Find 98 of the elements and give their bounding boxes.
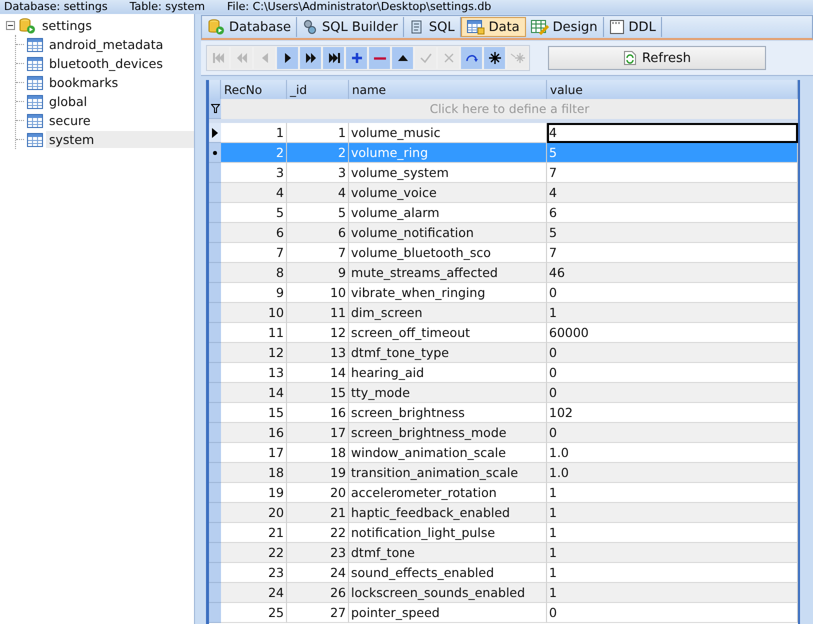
table-label: Table: system — [130, 0, 205, 14]
table-cell: 1 — [547, 303, 798, 323]
grid-icon — [466, 19, 485, 35]
nav-button[interactable] — [277, 47, 298, 69]
table-cell: 22 — [221, 543, 287, 563]
table-cell: 46 — [547, 263, 798, 283]
database-icon — [18, 18, 36, 34]
table-cell: 25 — [221, 603, 287, 623]
minus-icon — [374, 56, 386, 60]
table-cell: tty_mode — [349, 383, 547, 403]
table-cell: 0 — [547, 343, 798, 363]
table-cell: 5 — [547, 143, 798, 163]
table-cell: lockscreen_sounds_enabled — [349, 583, 547, 603]
asterisk-arrow-icon — [510, 50, 526, 66]
table-cell: 15 — [287, 383, 349, 403]
table-cell: 24 — [221, 583, 287, 603]
tab[interactable]: Design — [526, 17, 604, 37]
tree-item[interactable]: system — [46, 131, 194, 148]
table-cell: 6 — [221, 223, 287, 243]
table-cell: 26 — [287, 583, 349, 603]
table-cell: 8 — [221, 263, 287, 283]
table-cell: dim_screen — [349, 303, 547, 323]
nav-button[interactable] — [323, 47, 344, 69]
tree-item[interactable]: global — [46, 93, 90, 110]
database-icon — [207, 19, 225, 35]
row-indicator[interactable] — [209, 143, 221, 163]
table-cell: 0 — [547, 383, 798, 403]
tree-item[interactable]: android_metadata — [46, 36, 166, 53]
table-cell: haptic_feedback_enabled — [349, 503, 547, 523]
table-cell: 9 — [287, 263, 349, 283]
table-cell: dtmf_tone_type — [349, 343, 547, 363]
table-cell: 1.0 — [547, 463, 798, 483]
table-cell: 11 — [287, 303, 349, 323]
table-cell: 2 — [221, 143, 287, 163]
table-cell: 14 — [221, 383, 287, 403]
tab[interactable]: Data — [460, 17, 526, 37]
table-cell: 19 — [287, 463, 349, 483]
asterisk-icon — [486, 50, 502, 66]
database-label: Database: settings — [4, 0, 108, 14]
table-icon — [27, 56, 43, 70]
table-cell: 1 — [547, 543, 798, 563]
table-cell: 12 — [221, 343, 287, 363]
table-cell: 23 — [287, 543, 349, 563]
tree-item[interactable]: bluetooth_devices — [46, 55, 166, 72]
table-cell: 21 — [287, 503, 349, 523]
table-icon — [27, 76, 43, 90]
table-icon — [27, 94, 43, 108]
tab[interactable]: SQL — [404, 17, 461, 37]
collapse-icon[interactable] — [6, 21, 15, 30]
dot-icon — [213, 150, 217, 154]
table-pencil-icon — [530, 19, 549, 35]
refresh-page-icon — [622, 50, 637, 66]
table-cell: 16 — [221, 423, 287, 443]
table-cell: 0 — [547, 603, 798, 623]
table-cell: transition_animation_scale — [349, 463, 547, 483]
filter-icon — [210, 104, 220, 113]
table-cell: dtmf_tone — [349, 543, 547, 563]
table-cell: 4 — [547, 183, 798, 203]
row-indicator[interactable] — [209, 123, 221, 143]
table-cell: 10 — [221, 303, 287, 323]
table-cell: volume_voice — [349, 183, 547, 203]
table-cell: volume_notification — [349, 223, 547, 243]
nav-button[interactable] — [300, 47, 321, 69]
file-path: File: C:\Users\Administrator\Desktop\settings.db — [226, 0, 492, 14]
row-pointer-icon — [212, 128, 218, 138]
tree-item[interactable]: settings — [39, 17, 95, 34]
tab[interactable]: Database — [202, 17, 298, 37]
table-cell: 6 — [287, 223, 349, 243]
tab[interactable]: DDL — [604, 17, 662, 37]
table-cell: 5 — [547, 223, 798, 243]
table-cell: 4 — [221, 183, 287, 203]
table-cell: mute_streams_affected — [349, 263, 547, 283]
nav-button[interactable] — [392, 47, 413, 69]
table-cell: screen_brightness_mode — [349, 423, 547, 443]
gears-icon — [302, 19, 318, 35]
table-cell: 27 — [287, 603, 349, 623]
table-icon — [27, 132, 43, 146]
table-icon — [27, 38, 43, 52]
page-icon — [608, 19, 625, 35]
tree-item[interactable]: secure — [46, 112, 94, 129]
table-cell: 13 — [287, 343, 349, 363]
table-cell: 17 — [287, 423, 349, 443]
table-cell: 0 — [547, 423, 798, 443]
table-cell: 2 — [287, 143, 349, 163]
first-record-icon — [210, 50, 226, 66]
tab[interactable]: SQL Builder — [297, 17, 404, 37]
refresh-button[interactable]: Refresh — [548, 46, 766, 70]
table-cell: pointer_speed — [349, 603, 547, 623]
table-cell: 18 — [221, 463, 287, 483]
table-cell: 1 — [547, 583, 798, 603]
table-cell: 20 — [221, 503, 287, 523]
tree-item[interactable]: bookmarks — [46, 74, 122, 91]
table-cell: volume_ring — [349, 143, 547, 163]
table-cell: 4 — [287, 183, 349, 203]
table-cell: 4 — [547, 123, 798, 143]
nav-button[interactable] — [484, 47, 505, 69]
table-icon — [27, 114, 43, 128]
table-cell: 1 — [547, 503, 798, 523]
